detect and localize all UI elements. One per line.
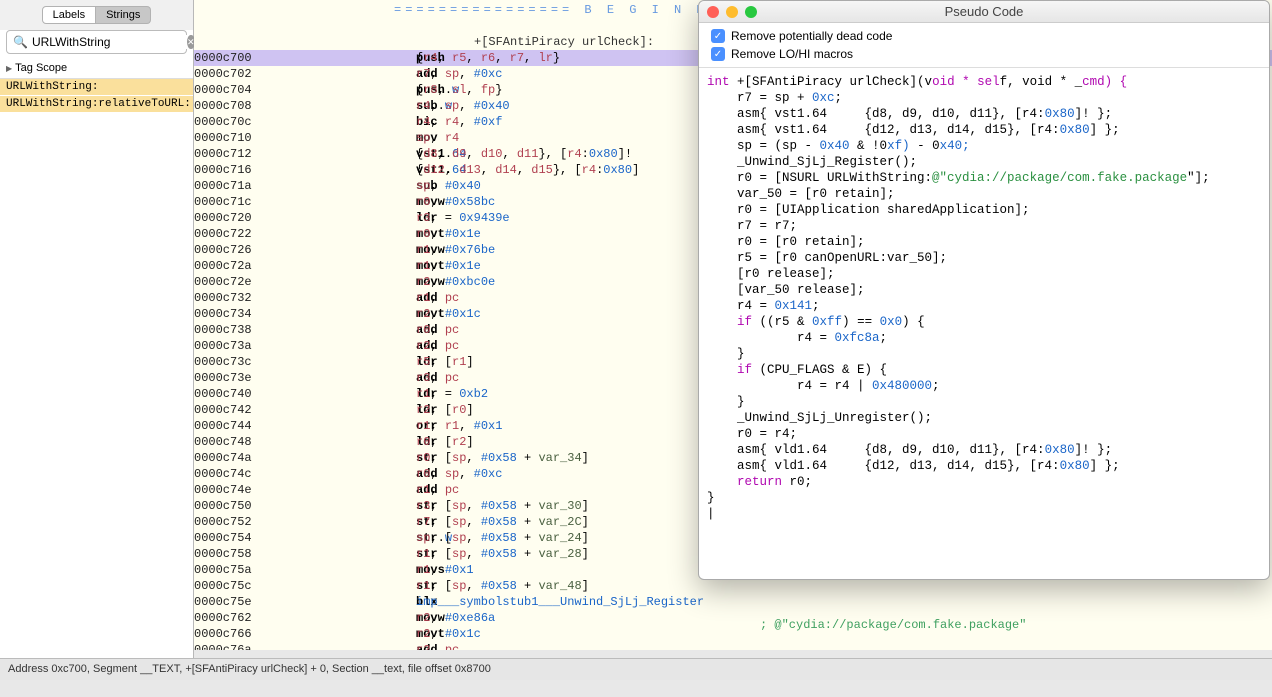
pseudo-code-view[interactable]: int +[SFAntiPiracy urlCheck](void * self… <box>699 68 1269 579</box>
status-bar: Address 0xc700, Segment __TEXT, +[SFAnti… <box>0 658 1272 680</box>
strings-sidebar: Labels Strings 🔍 ✕ Tag Scope URLWithStri… <box>0 0 194 680</box>
sidebar-tab-segmented: Labels Strings <box>0 0 193 30</box>
search-results: URLWithString: URLWithString:relativeToU… <box>0 79 193 680</box>
window-title: Pseudo Code <box>699 4 1269 19</box>
search-icon: 🔍 <box>13 35 28 49</box>
tab-labels[interactable]: Labels <box>42 6 96 24</box>
result-item[interactable]: URLWithString:relativeToURL: <box>0 96 193 113</box>
result-item[interactable]: URLWithString: <box>0 79 193 96</box>
tag-scope-disclosure[interactable]: Tag Scope <box>0 58 193 79</box>
window-titlebar[interactable]: Pseudo Code <box>699 1 1269 23</box>
disasm-comments: ; @"cydia://package/com.fake.package" ; … <box>760 585 1266 697</box>
tab-strings[interactable]: Strings <box>96 6 151 24</box>
pseudo-options: ✓Remove potentially dead code ✓Remove LO… <box>699 23 1269 68</box>
checkbox-checked-icon: ✓ <box>711 47 725 61</box>
opt-remove-lohi-macros[interactable]: ✓Remove LO/HI macros <box>711 45 1257 63</box>
search-input[interactable] <box>32 35 187 49</box>
search-field-wrap: 🔍 ✕ <box>6 30 187 54</box>
pseudo-code-window: Pseudo Code ✓Remove potentially dead cod… <box>698 0 1270 580</box>
opt-remove-dead-code[interactable]: ✓Remove potentially dead code <box>711 27 1257 45</box>
checkbox-checked-icon: ✓ <box>711 29 725 43</box>
